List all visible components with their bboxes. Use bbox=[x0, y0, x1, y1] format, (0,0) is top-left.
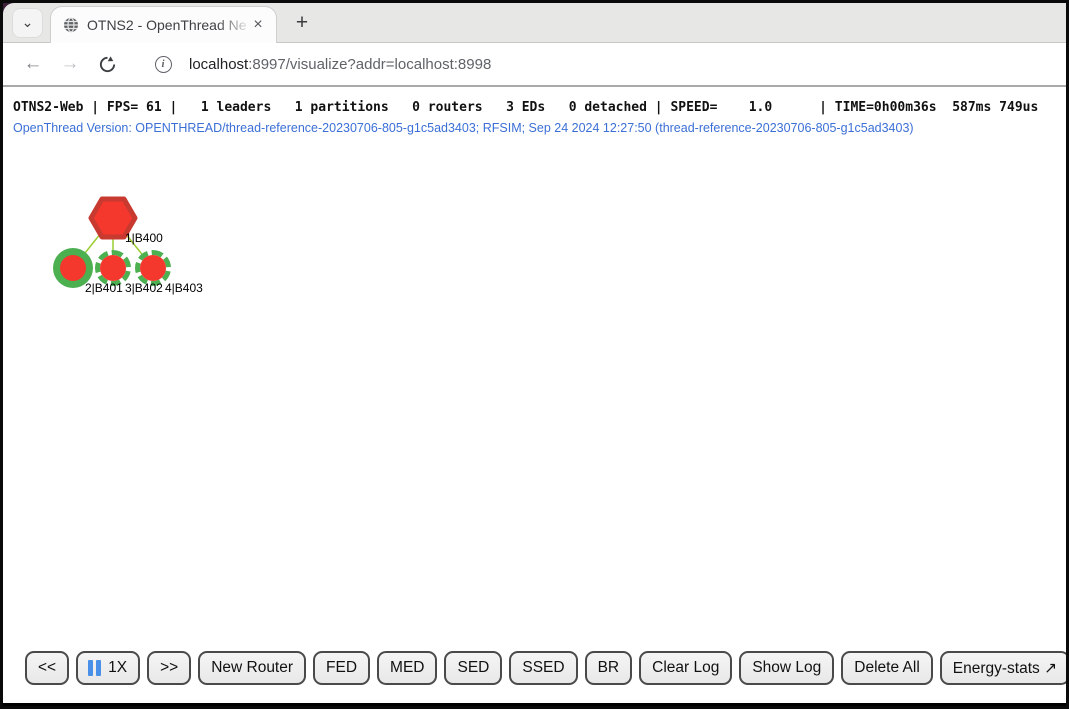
simulation-toolbar: << 1X >> New Router FED MED SED SSED BR … bbox=[25, 651, 1066, 685]
openthread-version-link[interactable]: OpenThread Version: OPENTHREAD/thread-re… bbox=[3, 115, 1066, 135]
reload-button[interactable] bbox=[93, 50, 121, 78]
ssed-button[interactable]: SSED bbox=[509, 651, 577, 685]
forward-button[interactable]: → bbox=[56, 50, 84, 78]
tab-strip: ⌄ OTNS2 - OpenThread Ne × + bbox=[3, 3, 1066, 43]
sed-button[interactable]: SED bbox=[444, 651, 502, 685]
fed-button[interactable]: FED bbox=[313, 651, 370, 685]
med-button[interactable]: MED bbox=[377, 651, 437, 685]
br-button[interactable]: BR bbox=[585, 651, 633, 685]
simulation-status-line: OTNS2-Web | FPS= 61 | 1 leaders 1 partit… bbox=[3, 87, 1066, 115]
navigation-bar: ← → i localhost:8997/visualize?addr=loca… bbox=[3, 43, 1066, 87]
globe-icon bbox=[63, 17, 79, 33]
delete-all-button[interactable]: Delete All bbox=[841, 651, 932, 685]
node-core-icon bbox=[60, 255, 86, 281]
tab-title-fade bbox=[216, 7, 252, 43]
browser-window: ⌄ OTNS2 - OpenThread Ne × + ← bbox=[0, 0, 1069, 709]
node-label-child-2: 3|B402 bbox=[125, 281, 163, 295]
address-bar[interactable]: localhost:8997/visualize?addr=localhost:… bbox=[189, 56, 491, 73]
back-arrow-icon: ← bbox=[24, 53, 43, 75]
node-label-leader: 1|B400 bbox=[125, 231, 163, 245]
node-links bbox=[3, 135, 263, 355]
url-path: :8997/visualize?addr=localhost:8998 bbox=[248, 56, 491, 73]
site-info-button[interactable]: i bbox=[149, 50, 177, 78]
node-core-icon bbox=[100, 255, 126, 281]
energy-stats-button[interactable]: Energy-stats ↗ bbox=[940, 651, 1069, 685]
plus-icon: + bbox=[296, 11, 308, 35]
new-router-button[interactable]: New Router bbox=[198, 651, 306, 685]
back-button[interactable]: ← bbox=[19, 50, 47, 78]
info-icon: i bbox=[155, 56, 172, 73]
show-log-button[interactable]: Show Log bbox=[739, 651, 834, 685]
tab-search-button[interactable]: ⌄ bbox=[12, 8, 43, 38]
clear-log-button[interactable]: Clear Log bbox=[639, 651, 732, 685]
speed-display: 1X bbox=[108, 659, 127, 677]
node-label-child-3: 4|B403 bbox=[165, 281, 203, 295]
reload-icon bbox=[98, 55, 117, 74]
network-canvas[interactable]: 1|B400 2|B401 3|B402 4|B403 bbox=[3, 135, 1066, 651]
url-host: localhost bbox=[189, 56, 248, 73]
new-tab-button[interactable]: + bbox=[287, 8, 317, 38]
node-label-child-1: 2|B401 bbox=[85, 281, 123, 295]
pause-speed-button[interactable]: 1X bbox=[76, 651, 140, 685]
speed-decrease-button[interactable]: << bbox=[25, 651, 69, 685]
speed-increase-button[interactable]: >> bbox=[147, 651, 191, 685]
forward-arrow-icon: → bbox=[61, 53, 80, 75]
node-core-icon bbox=[140, 255, 166, 281]
page-content: OTNS2-Web | FPS= 61 | 1 leaders 1 partit… bbox=[3, 87, 1066, 703]
pause-icon bbox=[88, 660, 101, 676]
tab-otns2[interactable]: OTNS2 - OpenThread Ne × bbox=[50, 6, 277, 43]
chevron-down-icon: ⌄ bbox=[22, 14, 34, 31]
